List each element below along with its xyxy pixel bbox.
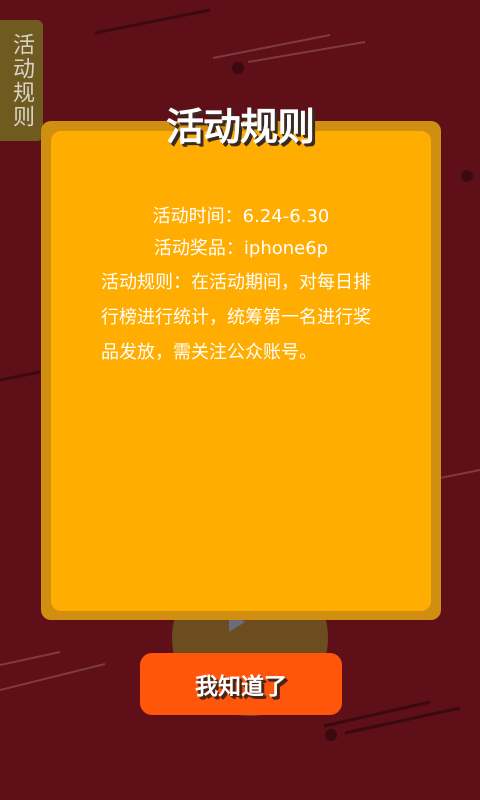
event-prize-text: 活动奖品：iphone6p <box>153 238 329 259</box>
confirm-button[interactable]: 我知道了 <box>140 653 342 715</box>
event-time-text: 活动时间：6.24-6.30 <box>152 206 330 227</box>
event-rules-text: 活动规则：在活动期间，对每日排行榜进行统计，统筹第一名进行奖品发放，需关注公众账… <box>101 272 371 363</box>
dialog-title: 活动规则 <box>165 105 315 149</box>
dialog-content: 活动时间：6.24-6.30 活动奖品：iphone6p 活动规则：在活动期间，… <box>51 131 431 611</box>
